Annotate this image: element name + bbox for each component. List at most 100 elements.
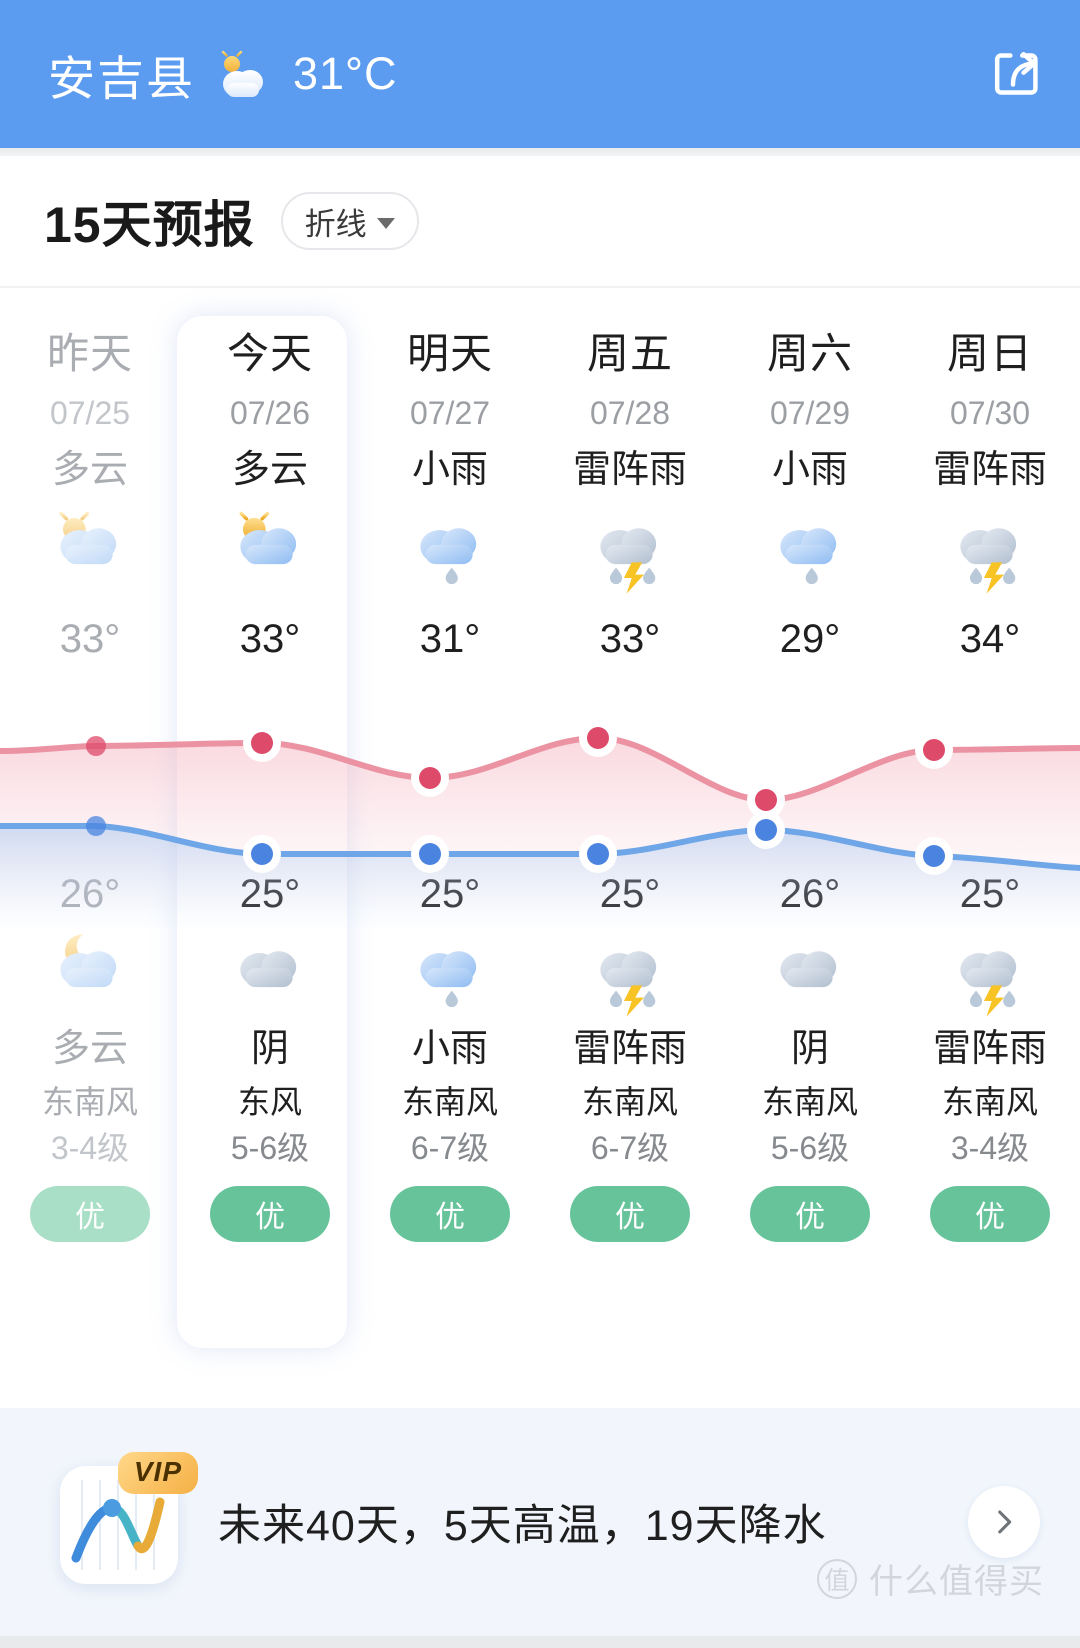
high-temp: 33° [59,617,121,661]
wind-level: 5-6级 [770,1130,850,1166]
overcast-icon [766,928,854,1020]
night-condition: 雷阵雨 [932,1028,1047,1070]
air-quality-badge[interactable]: 优 [30,1186,150,1242]
date-label: 07/29 [769,395,851,431]
chart-type-label: 折线 [304,206,367,242]
day-condition: 雷阵雨 [932,449,1047,491]
high-temp: 29° [779,617,841,661]
forecast-title-row: 15天预报 折线 [0,156,1080,288]
date-label: 07/26 [229,395,311,431]
forecast-day-column[interactable]: 昨天 07/25 多云 33° 26° 多云东南风 3-4级优 [0,288,180,1400]
wind-level: 3-4级 [50,1130,130,1166]
day-condition: 雷阵雨 [572,449,687,491]
air-quality-badge[interactable]: 优 [390,1186,510,1242]
wind-direction: 东风 [237,1084,302,1120]
wind-direction: 东南风 [761,1084,858,1120]
thunderstorm-icon [600,951,657,1017]
vip-badge: VIP [117,1452,198,1494]
light-rain-icon [766,505,854,597]
day-condition: 多云 [51,449,128,491]
watermark-logo: 值 [817,1558,857,1599]
high-temp: 31° [419,617,481,661]
day-label: 周日 [946,330,1033,377]
air-quality-badge[interactable]: 优 [210,1186,330,1242]
header-left-group: 安吉县 31°C [48,40,982,109]
wind-direction: 东南风 [41,1084,138,1120]
day-condition: 小雨 [411,449,488,491]
forecast-day-column[interactable]: 明天 07/27 小雨 31° 25° 小雨 东南风 6-7级优 [360,288,540,1400]
date-label: 07/25 [49,395,131,431]
overcast-icon [780,951,837,988]
page-title: 15天预报 [44,197,255,253]
high-temp: 33° [239,617,301,661]
light-rain-icon [780,528,837,585]
low-temp: 25° [959,872,1021,916]
date-label: 07/30 [949,395,1031,431]
banner-icon-wrap: VIP [60,1452,198,1584]
thunderstorm-icon [960,951,1017,1017]
day-condition: 小雨 [771,449,848,491]
watermark-text: 什么值得买 [869,1563,1044,1601]
thunderstorm-icon [946,928,1034,1020]
overcast-icon [240,951,297,988]
date-label: 07/28 [589,395,671,431]
wind-direction: 东南风 [581,1084,678,1120]
day-label: 昨天 [46,330,133,377]
date-label: 07/27 [409,395,491,431]
day-label: 明天 [406,330,493,377]
chevron-right-icon[interactable] [968,1486,1040,1558]
sun-cloud-icon [235,506,297,565]
night-condition: 雷阵雨 [572,1028,687,1070]
sun-cloud-icon [226,505,314,597]
moon-cloud-icon [60,934,117,988]
wind-level: 6-7级 [590,1130,670,1166]
night-condition: 阴 [250,1028,289,1070]
low-temp: 25° [599,872,661,916]
share-icon[interactable] [982,43,1044,105]
night-condition: 小雨 [411,1028,488,1070]
thunderstorm-icon [586,505,674,597]
night-condition: 多云 [51,1028,128,1070]
air-quality-badge[interactable]: 优 [930,1186,1050,1242]
header-divider [0,148,1080,156]
low-temp: 26° [779,872,841,916]
air-quality-badge[interactable]: 优 [570,1186,690,1242]
low-temp: 26° [59,872,121,916]
banner-text: 未来40天，5天高温，19天降水 [218,1502,827,1550]
forecast-day-column[interactable]: 周六 07/29 小雨 29° 26° 阴东南风 5-6级优 [720,288,900,1400]
light-rain-icon [406,928,494,1020]
chart-type-dropdown[interactable]: 折线 [280,192,419,250]
wind-level: 6-7级 [410,1130,490,1166]
wind-direction: 东南风 [401,1084,498,1120]
app-header: 安吉县 31°C [0,0,1080,148]
light-rain-icon [406,505,494,597]
thunderstorm-icon [946,505,1034,597]
sun-cloud-icon [46,505,134,597]
forecast-day-column[interactable]: 周五 07/28 雷阵雨 33° 25° 雷阵雨东南风 6-7级优 [540,288,720,1400]
wind-level: 3-4级 [950,1130,1030,1166]
thunderstorm-icon [960,528,1017,594]
forecast-columns: 昨天 07/25 多云 33° 26° 多云东南风 3-4级优 今天 07/26 多云 [0,288,1080,1400]
forecast-day-column[interactable]: 周日 07/30 雷阵雨 34° 25° 雷阵雨东南风 3-4级优 [900,288,1080,1400]
day-condition: 多云 [231,449,308,491]
watermark: 值 什么值得买 [817,1554,1044,1603]
day-label: 今天 [226,330,313,377]
partly-cloudy-icon [213,46,275,102]
day-label: 周六 [766,330,853,377]
high-temp: 33° [599,617,661,661]
forecast-day-column[interactable]: 今天 07/26 多云 33° 25° 阴东风 5-6级优 [180,288,360,1400]
high-temp: 34° [959,617,1021,661]
day-label: 周五 [586,330,673,377]
wind-direction: 东南风 [941,1084,1038,1120]
forecast-panel: 昨天 07/25 多云 33° 26° 多云东南风 3-4级优 今天 07/26 多云 [0,288,1080,1400]
air-quality-badge[interactable]: 优 [750,1186,870,1242]
thunderstorm-icon [600,528,657,594]
bottom-bar [0,1636,1080,1648]
light-rain-icon [420,951,477,1008]
light-rain-icon [420,528,477,585]
header-current-temp: 31°C [293,48,398,99]
moon-cloud-icon [46,928,134,1020]
overcast-icon [226,928,314,1020]
city-name[interactable]: 安吉县 [48,40,195,109]
thunderstorm-icon [586,928,674,1020]
